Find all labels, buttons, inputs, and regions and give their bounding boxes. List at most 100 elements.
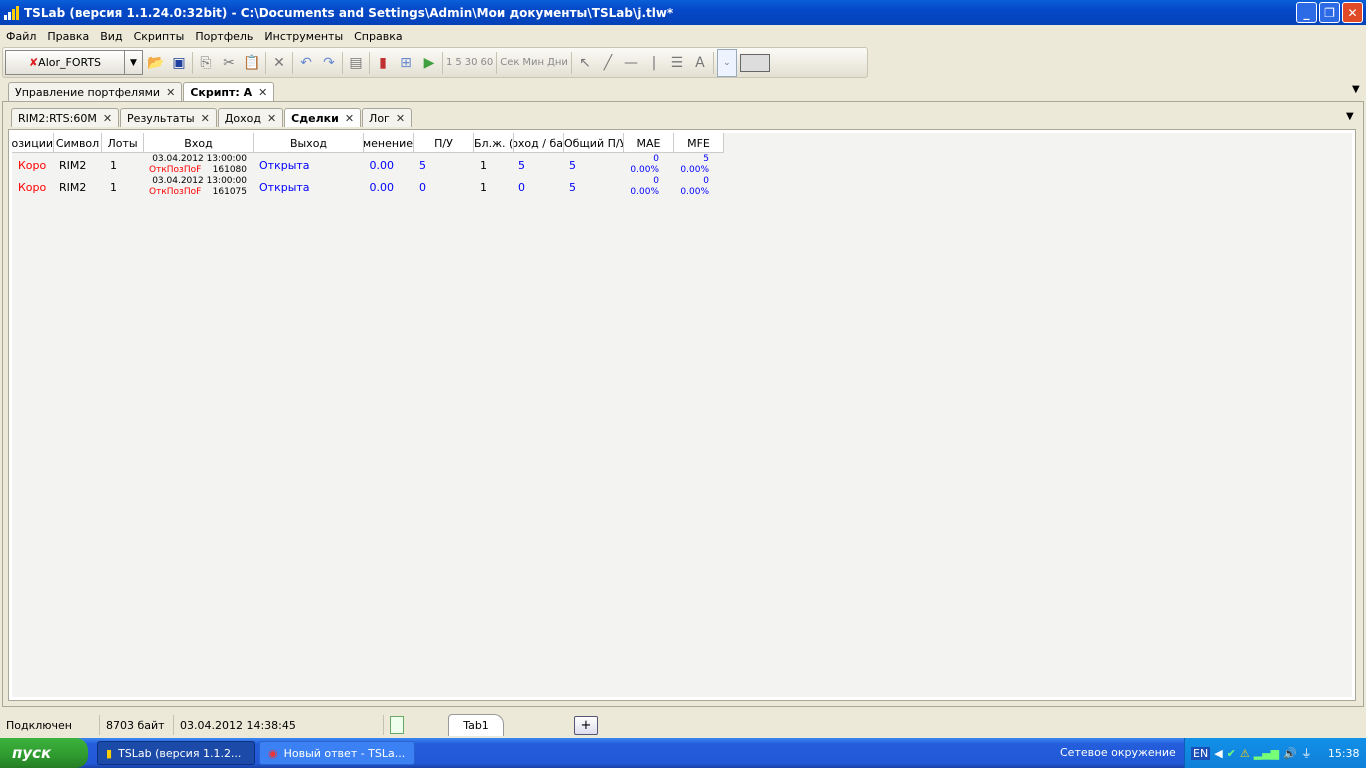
col-lots[interactable]: Лоты [102,133,144,153]
app-icon: ▮ [106,746,113,760]
interval-1[interactable]: 1 [446,57,452,68]
toolbar: ✘Alor_FORTS ▼ 📂 ▣ ⎘ ✂ 📋 ✕ ↶ ↷ ▤ ▮ ⊞ ▶ 1 … [2,47,868,78]
unit-minutes[interactable]: Мин [522,57,544,68]
line-icon[interactable]: ╱ [598,53,618,73]
menu-tools[interactable]: Инструменты [264,30,343,43]
position-cell: Коро [18,158,47,172]
close-icon[interactable]: ✕ [258,86,267,99]
col-income[interactable]: Доход / ба [514,133,564,153]
menu-edit[interactable]: Правка [47,30,89,43]
col-change[interactable]: Изменение [364,133,414,153]
taskbar-item-browser[interactable]: ◉ Новый ответ - TSLa... [259,741,415,765]
cut-icon[interactable]: ✂ [219,53,239,73]
pl-cell: 0 [419,180,426,194]
save-icon[interactable]: ▣ [169,53,189,73]
pointer-icon[interactable]: ↖ [575,53,595,73]
income-cell: 0 [518,180,525,194]
col-symbol[interactable]: Символ [54,133,102,153]
tab-portfolio-management[interactable]: Управление портфелями ✕ [8,82,183,101]
taskbar: пуск ▮ TSLab (версия 1.1.2... ◉ Новый отве… [0,738,1366,768]
color-swatch[interactable] [739,53,770,72]
col-total-pl[interactable]: Общий П/У [564,133,624,153]
col-mae[interactable]: MAE [624,133,674,153]
entry-signal: ОткПозПоF [149,165,202,175]
maximize-button[interactable]: ❐ [1319,2,1340,23]
warning-icon[interactable]: ⚠ [1240,747,1250,760]
unit-seconds[interactable]: Сек [500,57,519,68]
interval-30[interactable]: 30 [465,57,478,68]
start-button[interactable]: пуск [0,738,88,768]
col-exit[interactable]: Выход [254,133,364,153]
col-pl[interactable]: П/У [414,133,474,153]
col-mfe[interactable]: MFE [674,133,724,153]
delete-icon[interactable]: ✕ [269,53,289,73]
play-icon[interactable]: ▶ [419,53,439,73]
close-icon[interactable]: ✕ [267,112,276,125]
script-panel: RIM2:RTS:60M ✕ Результаты ✕ Доход ✕ Сделки ✕… [2,101,1364,707]
entry-price: 161080 [212,165,247,175]
title-bar: TSLab (версия 1.1.24.0:32bit) - C:\Docum… [0,0,1366,25]
entry-signal: ОткПозПоF [149,187,202,197]
status-datetime: 03.04.2012 14:38:45 [174,715,384,735]
tab-script[interactable]: Скрипт: А ✕ [183,82,275,101]
color-dropdown[interactable]: ⌄ [716,48,737,77]
layout-icon[interactable]: ⊞ [396,53,416,73]
volume-icon[interactable]: 🔊 [1283,747,1297,760]
close-icon[interactable]: ✕ [166,86,175,99]
paste-icon[interactable]: 📋 [242,53,262,73]
menu-portfolio[interactable]: Портфель [195,30,253,43]
connection-select[interactable]: ✘Alor_FORTS ▼ [5,50,143,75]
tab-trades[interactable]: Сделки ✕ [284,108,362,127]
undo-icon[interactable]: ↶ [296,53,316,73]
col-positions[interactable]: Позиции [12,133,54,153]
tab-log[interactable]: Лог ✕ [362,108,413,127]
menu-file[interactable]: Файл [6,30,36,43]
interval-60[interactable]: 60 [480,57,493,68]
close-icon[interactable]: ✕ [396,112,405,125]
menu-view[interactable]: Вид [100,30,122,43]
close-icon[interactable]: ✕ [345,112,354,125]
taskbar-item-tslab[interactable]: ▮ TSLab (версия 1.1.2... [97,741,255,765]
properties-icon[interactable]: ▤ [346,53,366,73]
menu-help[interactable]: Справка [354,30,402,43]
network-toolbar[interactable]: Сетевое окружение [1060,746,1176,759]
tab-list-dropdown-icon[interactable]: ▼ [1352,84,1360,95]
unit-days[interactable]: Дни [547,57,568,68]
minimize-button[interactable]: _ [1296,2,1317,23]
tab-results[interactable]: Результаты ✕ [120,108,217,127]
table-row[interactable]: Коро RIM2 1 03.04.2012 13:00:00 ОткПозПо… [12,154,724,176]
close-button[interactable]: ✕ [1342,2,1363,23]
security-icon[interactable]: ✔ [1227,747,1236,760]
horizontal-line-icon[interactable]: — [621,53,641,73]
copy-icon[interactable]: ⎘ [196,53,216,73]
text-icon[interactable]: A [690,53,710,73]
col-entry[interactable]: Вход [144,133,254,153]
power-icon[interactable]: ⏚ [1301,745,1312,761]
tab-income[interactable]: Доход ✕ [217,108,284,127]
entry-date: 03.04.2012 13:00:00 [152,176,247,186]
fibonacci-icon[interactable]: ☰ [667,53,687,73]
tab-list-dropdown-icon[interactable]: ▼ [1346,111,1354,122]
position-cell: Коро [18,180,47,194]
close-icon[interactable]: ✕ [201,112,210,125]
open-icon[interactable]: 📂 [146,53,166,73]
add-tab-button[interactable]: + [574,715,598,735]
change-cell: 0.00 [369,158,395,172]
menu-scripts[interactable]: Скрипты [134,30,185,43]
tab-tab1[interactable]: Tab1 [448,714,504,736]
redo-icon[interactable]: ↷ [319,53,339,73]
interval-5[interactable]: 5 [455,57,461,68]
chart-icon[interactable]: ▮ [373,53,393,73]
separator [712,51,714,74]
separator [442,51,443,74]
notebook-icon[interactable] [390,716,404,734]
back-arrow-icon[interactable]: ◀ [1214,747,1222,760]
signal-icon[interactable]: ▂▄▆ [1254,747,1279,760]
tab-chart[interactable]: RIM2:RTS:60M ✕ [11,108,120,127]
vertical-line-icon[interactable]: | [644,53,664,73]
col-bars[interactable]: Бл.ж. (б [474,133,514,153]
chevron-down-icon[interactable]: ▼ [124,51,142,74]
language-indicator[interactable]: EN [1191,746,1211,760]
close-icon[interactable]: ✕ [103,112,112,125]
table-row[interactable]: Коро RIM2 1 03.04.2012 13:00:00 ОткПозПо… [12,176,724,198]
